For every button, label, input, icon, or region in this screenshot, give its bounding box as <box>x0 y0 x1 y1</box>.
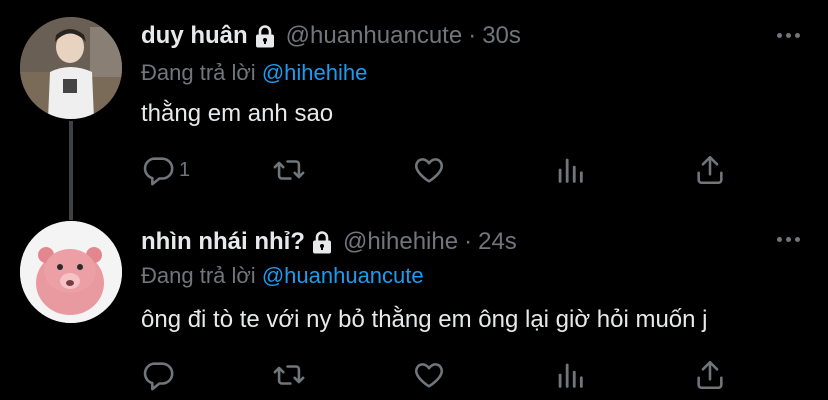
views-button[interactable] <box>553 357 587 393</box>
lock-icon <box>254 24 276 48</box>
tweet-header: duy huân @huanhuancute · 30s <box>141 22 521 50</box>
timestamp[interactable]: 24s <box>478 228 517 256</box>
replying-to: Đang trả lời @hihehihe <box>141 60 367 86</box>
avatar[interactable] <box>20 221 122 323</box>
retweet-icon <box>272 153 306 187</box>
user-handle[interactable]: @hihehihe <box>343 228 458 256</box>
retweet-button[interactable] <box>272 357 306 393</box>
share-icon <box>693 358 727 392</box>
like-icon <box>412 153 446 187</box>
share-button[interactable] <box>693 357 727 393</box>
mention-link[interactable]: @huanhuancute <box>262 263 424 288</box>
tweet[interactable]: nhìn nhái nhỉ? @hihehihe · 24s Đang trả … <box>0 215 828 400</box>
like-icon <box>412 358 446 392</box>
like-button[interactable] <box>412 357 446 393</box>
tweet[interactable]: duy huân @huanhuancute · 30s Đang trả lờ… <box>0 0 828 220</box>
action-bar: 1 <box>141 152 741 192</box>
reply-icon <box>141 358 175 392</box>
reply-button[interactable]: 1 <box>141 152 190 188</box>
retweet-icon <box>272 358 306 392</box>
user-handle[interactable]: @huanhuancute <box>286 22 463 50</box>
share-icon <box>693 153 727 187</box>
share-button[interactable] <box>693 152 727 188</box>
replying-to-label: Đang trả lời <box>141 60 256 85</box>
retweet-button[interactable] <box>272 152 306 188</box>
views-icon <box>553 358 587 392</box>
replying-to: Đang trả lời @huanhuancute <box>141 263 424 289</box>
timestamp[interactable]: 30s <box>482 22 521 50</box>
separator-dot: · <box>468 22 477 49</box>
tweet-text: thằng em anh sao <box>141 100 334 127</box>
avatar-photo <box>20 17 122 119</box>
like-button[interactable] <box>412 152 446 188</box>
reply-icon <box>141 153 175 187</box>
action-bar <box>141 357 741 397</box>
mention-link[interactable]: @hihehihe <box>262 60 368 85</box>
reply-button[interactable] <box>141 357 179 393</box>
thread-line <box>69 121 73 220</box>
more-icon[interactable] <box>777 237 800 242</box>
replying-to-label: Đang trả lời <box>141 263 256 288</box>
views-button[interactable] <box>553 152 587 188</box>
tweet-header: nhìn nhái nhỉ? @hihehihe · 24s <box>141 228 517 256</box>
avatar[interactable] <box>20 17 122 119</box>
display-name[interactable]: nhìn nhái nhỉ? <box>141 228 305 256</box>
display-name[interactable]: duy huân <box>141 22 248 50</box>
more-icon[interactable] <box>777 33 800 38</box>
avatar-photo <box>20 221 122 323</box>
views-icon <box>553 153 587 187</box>
reply-count: 1 <box>179 158 191 181</box>
separator-dot: · <box>464 228 473 255</box>
tweet-text: ông đi tò te với ny bỏ thằng em ông lại … <box>141 306 708 333</box>
lock-icon <box>311 230 333 254</box>
